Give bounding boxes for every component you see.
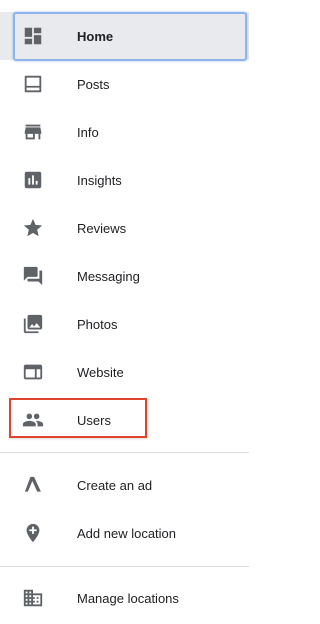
users-icon	[22, 409, 44, 431]
building-icon	[22, 587, 44, 609]
dashboard-icon	[22, 25, 44, 47]
sidebar-item-label: Posts	[77, 76, 110, 92]
sidebar-item-label: Messaging	[77, 268, 140, 284]
sidebar-item-label: Users	[77, 412, 111, 428]
chat-icon	[22, 265, 44, 287]
store-icon	[22, 121, 44, 143]
sidebar-item-manage-locations[interactable]: Manage locations	[0, 574, 249, 622]
sidebar-item-website[interactable]: Website	[0, 348, 249, 396]
sidebar-item-users[interactable]: Users	[0, 396, 249, 444]
sidebar-item-label: Website	[77, 364, 124, 380]
sidebar-item-label: Photos	[77, 316, 118, 332]
add-location-icon	[22, 522, 44, 544]
divider	[0, 566, 249, 567]
star-icon	[22, 217, 44, 239]
sidebar-item-insights[interactable]: Insights	[0, 156, 249, 204]
divider	[0, 452, 249, 453]
sidebar-item-create-ad[interactable]: Create an ad	[0, 461, 249, 509]
photos-icon	[22, 313, 44, 335]
sidebar-item-reviews[interactable]: Reviews	[0, 204, 249, 252]
google-ads-icon	[22, 474, 44, 496]
sidebar-item-home[interactable]: Home	[0, 12, 249, 60]
sidebar-item-posts[interactable]: Posts	[0, 60, 249, 108]
sidebar-item-label: Insights	[77, 172, 122, 188]
sidebar-item-label: Reviews	[77, 220, 127, 236]
sidebar-item-label: Create an ad	[77, 477, 153, 493]
sidebar-item-info[interactable]: Info	[0, 108, 249, 156]
sidebar-item-messaging[interactable]: Messaging	[0, 252, 249, 300]
sidebar-item-label: Info	[77, 124, 99, 140]
sidebar-nav: Home Posts Info Insights Reviews Messagi…	[0, 0, 249, 624]
sidebar-item-photos[interactable]: Photos	[0, 300, 249, 348]
website-icon	[22, 361, 44, 383]
sidebar-item-label: Manage locations	[77, 590, 179, 606]
sidebar-item-label: Home	[77, 28, 114, 44]
sidebar-item-label: Add new location	[77, 525, 177, 541]
sidebar-item-add-location[interactable]: Add new location	[0, 509, 249, 557]
posts-icon	[22, 73, 44, 95]
insights-icon	[22, 169, 44, 191]
